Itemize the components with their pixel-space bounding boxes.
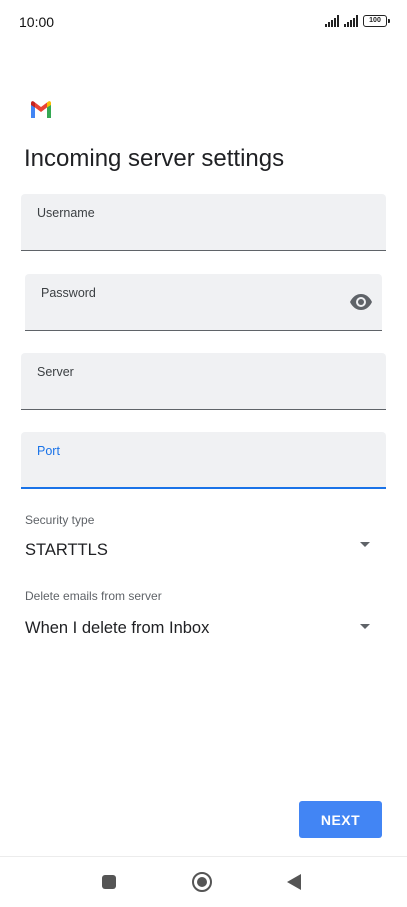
dropdown-arrow-icon — [360, 624, 370, 629]
delete-emails-caption: Delete emails from server — [25, 589, 162, 603]
gmail-logo-icon — [31, 101, 51, 118]
port-label: Port — [37, 444, 60, 458]
page-title: Incoming server settings — [24, 145, 285, 172]
next-button[interactable]: NEXT — [299, 801, 382, 838]
home-circle-icon[interactable] — [192, 872, 212, 892]
delete-emails-dropdown[interactable]: Delete emails from server When I delete … — [25, 589, 375, 639]
username-label: Username — [37, 206, 95, 220]
server-field[interactable]: Server — [21, 353, 386, 410]
recents-square-icon[interactable] — [102, 875, 116, 889]
delete-emails-value: When I delete from Inbox — [25, 619, 210, 637]
username-field[interactable]: Username — [21, 194, 386, 251]
status-bar: 10:00 100 — [0, 0, 407, 44]
security-type-dropdown[interactable]: Security type STARTTLS — [25, 513, 375, 563]
back-triangle-icon[interactable] — [287, 874, 301, 890]
signal-icon — [344, 15, 358, 27]
server-label: Server — [37, 365, 74, 379]
password-input[interactable] — [41, 302, 342, 324]
password-field[interactable]: Password — [25, 274, 382, 331]
security-type-caption: Security type — [25, 513, 95, 527]
navigation-bar — [0, 856, 407, 907]
port-input[interactable] — [37, 459, 346, 481]
status-time: 10:00 — [19, 14, 55, 30]
server-input[interactable] — [37, 381, 346, 403]
show-password-eye-icon[interactable] — [349, 292, 373, 312]
battery-level: 100 — [369, 17, 381, 24]
battery-icon: 100 — [363, 15, 390, 27]
port-field[interactable]: Port — [21, 432, 386, 489]
username-input[interactable] — [37, 222, 346, 244]
security-type-value: STARTTLS — [25, 541, 108, 559]
password-label: Password — [41, 286, 96, 300]
dropdown-arrow-icon — [360, 542, 370, 547]
status-icons: 100 — [325, 13, 390, 29]
signal-icon — [325, 15, 339, 27]
